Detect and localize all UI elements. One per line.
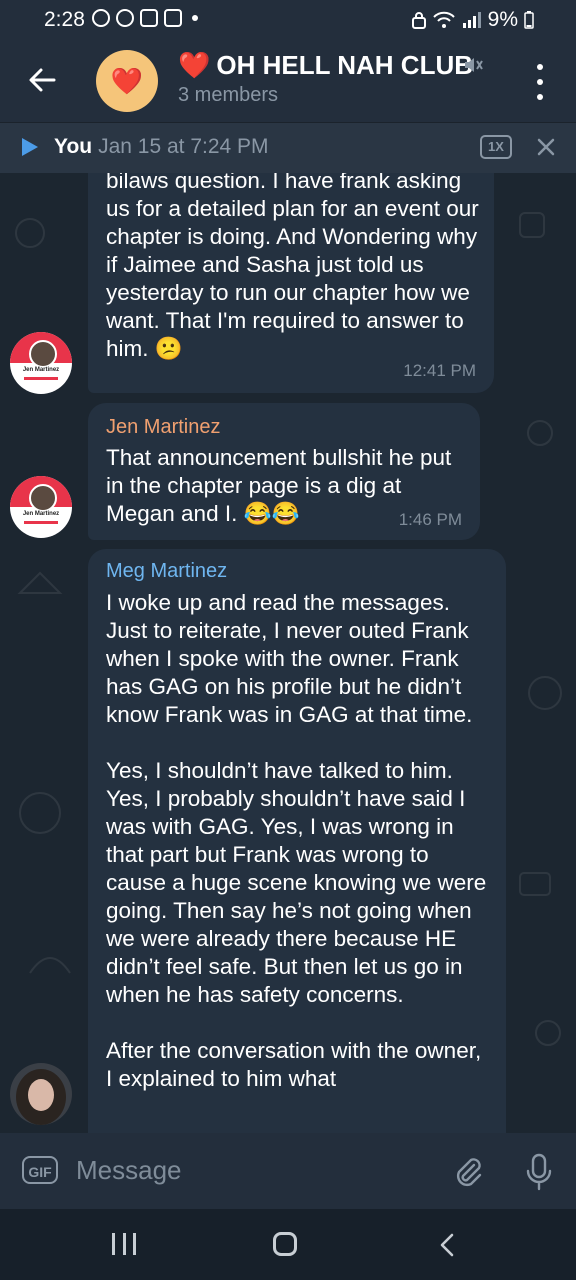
message-text: I woke up and read the messages. Just to… [106, 590, 487, 1091]
chat-title-text: OH HELL NAH CLUB [216, 50, 473, 80]
mic-icon[interactable] [524, 1153, 554, 1191]
chat-title[interactable]: ❤️ OH HELL NAH CLUB [178, 50, 473, 81]
dnd-icon [92, 9, 110, 27]
status-time: 2:28 [44, 8, 85, 31]
message-time: 12:41 PM [403, 361, 476, 380]
chat-header: ❤️ ❤️ OH HELL NAH CLUB 3 members [0, 42, 576, 122]
notification-icons [92, 9, 198, 27]
group-avatar-emoji: ❤️ [110, 65, 144, 96]
battery-percent: 9% [487, 8, 518, 31]
mute-icon [465, 58, 483, 72]
avatar[interactable]: Jen Martinez [10, 476, 72, 538]
avatar[interactable]: Jen Martinez [10, 332, 72, 394]
system-icons: 9% [411, 8, 534, 32]
message-list[interactable]: bilaws question. I have frank asking us … [0, 173, 576, 1133]
play-icon[interactable] [22, 138, 38, 156]
group-avatar[interactable]: ❤️ [96, 50, 158, 112]
battery-icon [524, 11, 534, 29]
message-bubble[interactable]: bilaws question. I have frank asking us … [88, 173, 494, 393]
sender-name[interactable]: Meg Martinez [106, 559, 227, 583]
messenger-icon [116, 9, 134, 27]
recents-icon[interactable] [112, 1233, 136, 1255]
attach-icon[interactable] [452, 1155, 484, 1187]
gmail-icon [164, 9, 182, 27]
gif-button[interactable]: GIF [22, 1156, 58, 1184]
message-time: 1:46 PM [398, 510, 462, 529]
more-vert-icon[interactable] [530, 64, 550, 100]
avatar-name: Jen Martinez [22, 511, 60, 517]
avatar-name: Jen Martinez [22, 367, 60, 373]
message-bubble[interactable]: Jen Martinez That announcement bullshit … [88, 403, 480, 540]
audio-sender: You [54, 135, 93, 158]
nav-back-icon[interactable] [438, 1233, 458, 1257]
more-notifications-dot [192, 15, 198, 21]
message-input[interactable]: Message [76, 1155, 182, 1186]
audio-date: Jan 15 at 7:24 PM [98, 135, 269, 158]
home-icon[interactable] [273, 1232, 297, 1256]
audio-info: You Jan 15 at 7:24 PM [54, 135, 269, 159]
message-text: bilaws question. I have frank asking us … [106, 173, 486, 361]
lock-icon [411, 12, 426, 29]
message-bubble[interactable]: Meg Martinez I woke up and read the mess… [88, 549, 506, 1133]
signal-icon [462, 12, 481, 28]
close-icon[interactable] [536, 137, 556, 157]
message-composer: GIF Message [0, 1133, 576, 1209]
audio-player-bar[interactable]: You Jan 15 at 7:24 PM 1X [0, 122, 576, 173]
instagram-icon [140, 9, 158, 27]
wifi-icon [432, 11, 455, 28]
system-navigation-bar [0, 1209, 576, 1280]
sender-name[interactable]: Jen Martinez [106, 415, 221, 439]
member-count: 3 members [178, 84, 279, 106]
avatar[interactable] [10, 1063, 72, 1125]
status-bar: 2:28 9% [0, 0, 576, 42]
playback-speed-button[interactable]: 1X [480, 135, 512, 159]
back-arrow-icon[interactable] [24, 62, 60, 98]
title-heart-emoji: ❤️ [178, 50, 211, 80]
